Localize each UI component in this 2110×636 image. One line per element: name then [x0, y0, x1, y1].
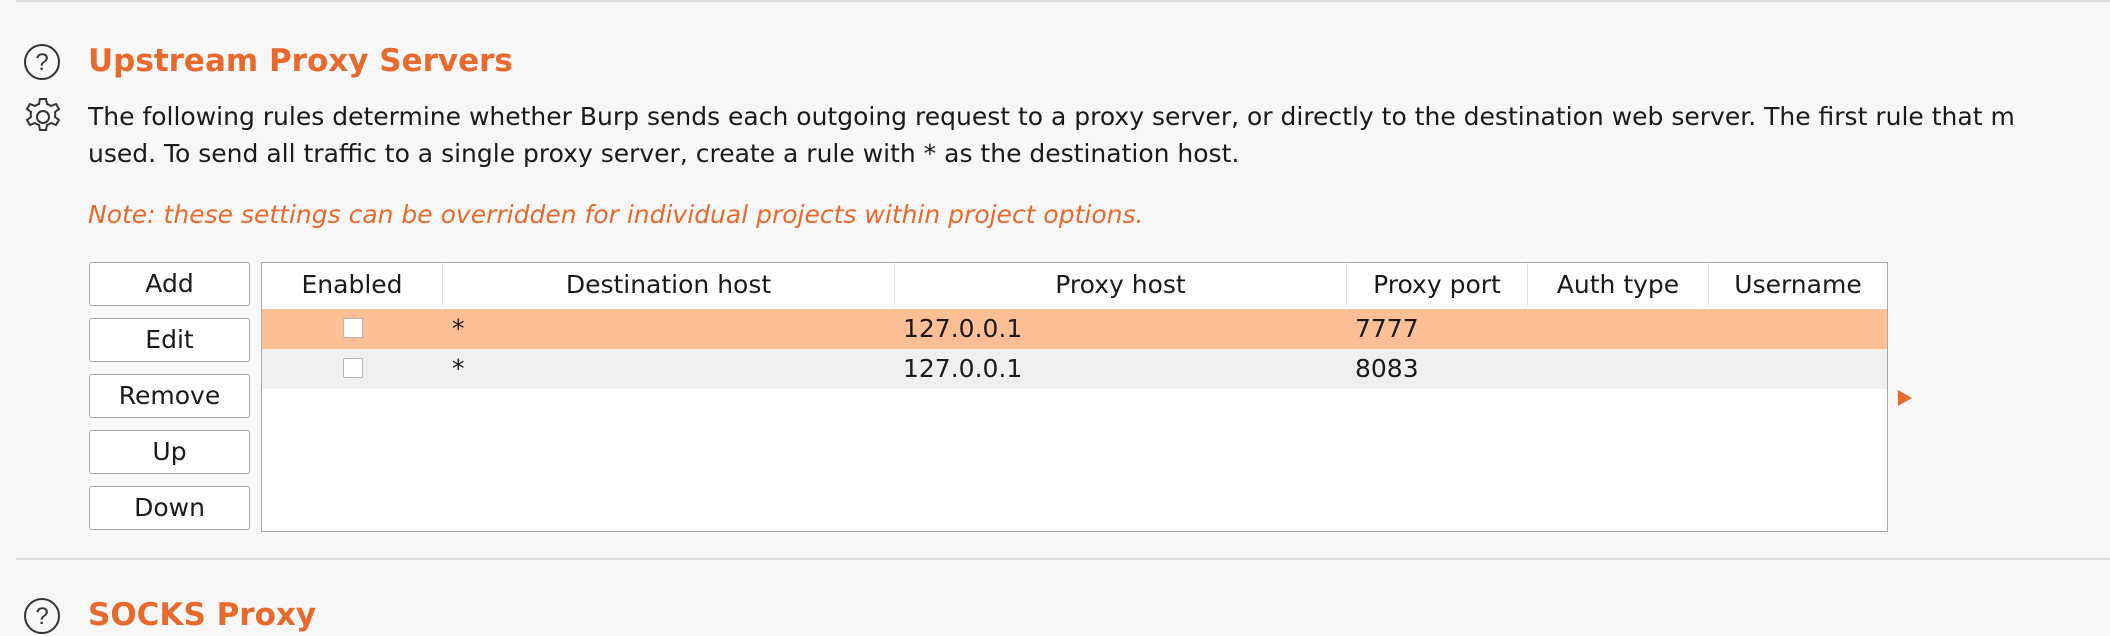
column-header-proxy-port[interactable]: Proxy port: [1347, 263, 1528, 307]
expand-arrow-icon[interactable]: [1898, 390, 1912, 406]
edit-button[interactable]: Edit: [89, 318, 250, 362]
override-note: Note: these settings can be overridden f…: [88, 200, 1144, 229]
table-row[interactable]: * 127.0.0.1 7777: [262, 309, 1887, 349]
top-divider: [16, 0, 2110, 2]
enabled-checkbox[interactable]: [343, 358, 363, 378]
add-button[interactable]: Add: [89, 262, 250, 306]
description-line-2: used. To send all traffic to a single pr…: [88, 139, 1240, 168]
remove-button[interactable]: Remove: [89, 374, 250, 418]
column-header-enabled[interactable]: Enabled: [262, 263, 443, 307]
proxy-host-cell: 127.0.0.1: [903, 314, 1023, 343]
column-header-proxy-host[interactable]: Proxy host: [895, 263, 1347, 307]
proxy-host-cell: 127.0.0.1: [903, 354, 1023, 383]
svg-text:?: ?: [35, 603, 48, 630]
section-description: The following rules determine whether Bu…: [88, 98, 2110, 172]
description-line-1: The following rules determine whether Bu…: [88, 102, 2015, 131]
help-icon[interactable]: ?: [22, 596, 62, 636]
column-header-username[interactable]: Username: [1709, 263, 1887, 307]
proxy-port-cell: 7777: [1355, 314, 1419, 343]
gear-icon[interactable]: [22, 96, 64, 138]
up-button[interactable]: Up: [89, 430, 250, 474]
column-header-auth-type[interactable]: Auth type: [1528, 263, 1709, 307]
help-icon[interactable]: ?: [22, 42, 62, 82]
section-title-socks: SOCKS Proxy: [88, 597, 317, 633]
destination-host-cell: *: [452, 314, 465, 343]
enabled-checkbox[interactable]: [343, 318, 363, 338]
table-header: Enabled Destination host Proxy host Prox…: [262, 263, 1887, 307]
upstream-proxy-table[interactable]: Enabled Destination host Proxy host Prox…: [261, 262, 1888, 532]
column-header-destination-host[interactable]: Destination host: [443, 263, 895, 307]
down-button[interactable]: Down: [89, 486, 250, 530]
svg-text:?: ?: [35, 49, 48, 76]
section-title-upstream: Upstream Proxy Servers: [88, 43, 513, 79]
section-divider: [16, 558, 2110, 560]
table-row[interactable]: * 127.0.0.1 8083: [262, 349, 1887, 389]
proxy-port-cell: 8083: [1355, 354, 1419, 383]
destination-host-cell: *: [452, 354, 465, 383]
